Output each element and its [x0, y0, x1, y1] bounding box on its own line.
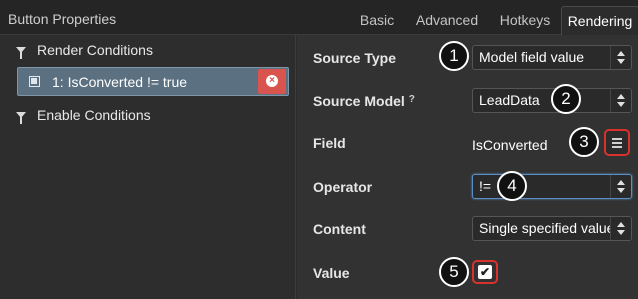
enable-conditions-label: Enable Conditions	[37, 107, 151, 123]
field-list-icon-line	[612, 146, 622, 148]
panel-header: Button Properties Basic Advanced Hotkeys…	[0, 0, 638, 35]
tab-hotkeys[interactable]: Hotkeys	[489, 6, 561, 35]
field-list-icon-line	[612, 142, 622, 144]
operator-value: !=	[479, 178, 492, 194]
remove-circle-icon: ×	[266, 75, 278, 87]
tab-advanced[interactable]: Advanced	[405, 6, 489, 35]
callout-3: 3	[569, 127, 599, 157]
content-select[interactable]: Single specified value	[472, 216, 632, 241]
tab-basic[interactable]: Basic	[349, 6, 405, 35]
field-list-icon	[612, 138, 622, 140]
condition-item[interactable]: 1: IsConverted != true ×	[17, 67, 289, 96]
chevron-updown-icon	[610, 175, 631, 198]
filter-icon	[16, 112, 26, 124]
help-icon[interactable]: ?	[409, 94, 415, 105]
field-label: Field	[313, 135, 346, 151]
rendering-form	[297, 35, 638, 299]
source-model-value: LeadData	[479, 92, 540, 108]
enable-conditions-header[interactable]: Enable Conditions	[16, 107, 151, 124]
field-picker-button[interactable]	[604, 129, 630, 156]
callout-4: 4	[497, 171, 527, 201]
tab-bar: Basic Advanced Hotkeys Rendering	[349, 6, 638, 35]
source-type-select[interactable]: Model field value	[472, 45, 632, 70]
source-model-label-text: Source Model	[313, 93, 405, 109]
condition-label: 1: IsConverted != true	[52, 74, 188, 90]
source-type-value: Model field value	[479, 49, 585, 65]
tab-rendering[interactable]: Rendering	[561, 6, 638, 35]
checkbox-check-icon: ✔	[478, 265, 492, 279]
source-model-label: Source Model?	[313, 93, 415, 109]
remove-condition-button[interactable]: ×	[258, 69, 286, 94]
render-conditions-header[interactable]: Render Conditions	[16, 42, 153, 59]
callout-2: 2	[551, 84, 581, 114]
model-cube-icon	[29, 76, 40, 87]
content-value: Single specified value	[479, 220, 615, 236]
operator-label: Operator	[313, 179, 373, 195]
chevron-updown-icon	[610, 89, 631, 112]
filter-icon	[16, 47, 26, 59]
callout-5: 5	[439, 257, 469, 287]
value-checkbox[interactable]: ✔	[472, 260, 498, 284]
source-type-label: Source Type	[313, 50, 396, 66]
callout-1: 1	[439, 41, 469, 71]
chevron-updown-icon	[610, 46, 631, 69]
chevron-updown-icon	[610, 217, 631, 240]
field-value: IsConverted	[472, 137, 548, 153]
render-conditions-label: Render Conditions	[37, 42, 153, 58]
value-label: Value	[313, 265, 350, 281]
content-label: Content	[313, 221, 366, 237]
operator-select[interactable]: !=	[472, 174, 632, 199]
panel-title: Button Properties	[8, 11, 117, 27]
